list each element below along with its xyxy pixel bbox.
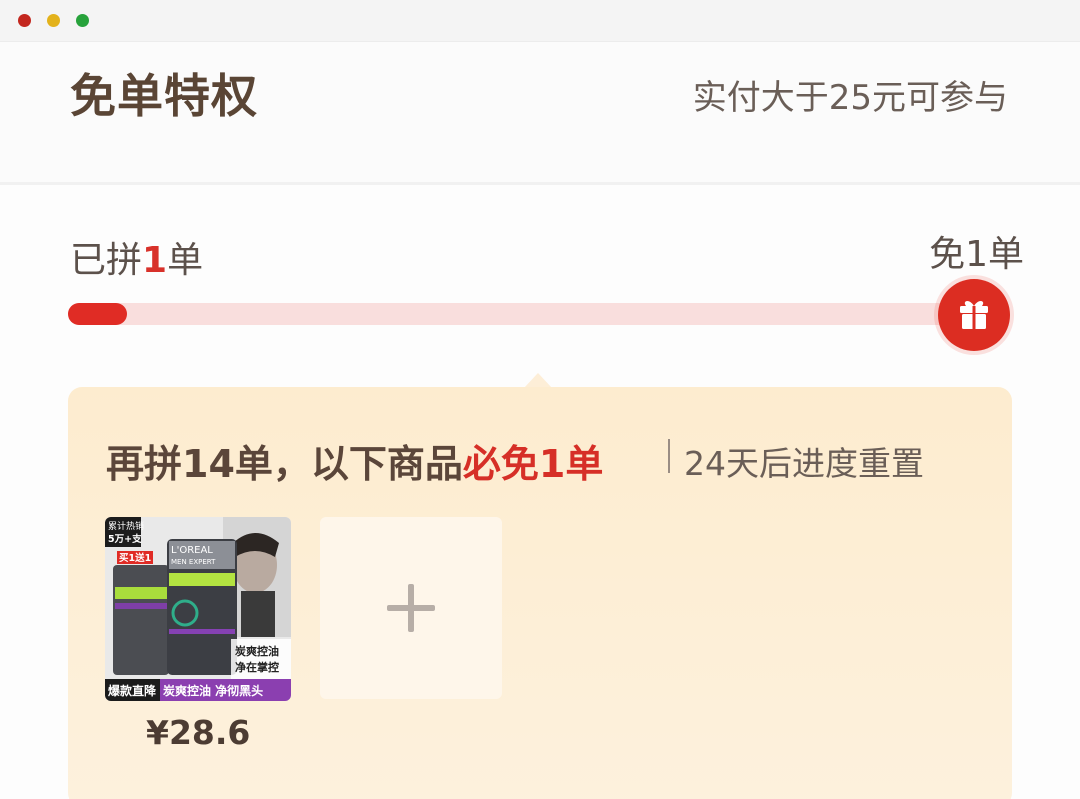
orders-done-label: 已拼1单 (70, 231, 203, 283)
progress-track (68, 303, 958, 325)
product-side-text-2: 净在掌控 (235, 660, 279, 674)
product-line: MEN EXPERT (171, 558, 216, 566)
app-window: 免单特权 实付大于25元可参与 已拼1单 免1单 再拼14单，以下商品必免1单 … (0, 0, 1080, 799)
add-product-button[interactable] (320, 517, 502, 699)
product-promo-tag: 买1送1 (119, 552, 151, 564)
orders-done-count: 1 (142, 240, 168, 281)
progress-section: 已拼1单 免1单 (0, 185, 1080, 385)
offer-headline-highlight: 必免1单 (462, 442, 604, 486)
product-brand: L'OREAL (171, 545, 213, 556)
product-image: 累计热销 5万+支 买1送1 L'OREAL MEN EXPERT 炭爽控油 净… (105, 517, 291, 701)
product-bottom-left: 爆款直降 (108, 683, 157, 698)
maximize-window-button[interactable] (76, 14, 89, 27)
eligibility-note: 实付大于25元可参与 (692, 78, 1008, 118)
product-side-text-1: 炭爽控油 (235, 644, 279, 658)
page-title: 免单特权 (70, 69, 258, 123)
free-order-card: 再拼14单，以下商品必免1单 24天后进度重置 累计热销 5万+支 买1送1 L… (68, 387, 1012, 799)
product-bottom-right: 炭爽控油 净彻黑头 (163, 683, 263, 698)
card-pointer (524, 373, 552, 388)
orders-done-prefix: 已拼 (70, 240, 143, 281)
offer-headline: 再拼14单，以下商品必免1单 (106, 433, 603, 488)
plus-icon (387, 584, 435, 632)
orders-done-suffix: 单 (167, 240, 204, 281)
close-window-button[interactable] (18, 14, 31, 27)
free-order-goal-label: 免1单 (929, 234, 1024, 275)
product-badge-top: 累计热销 (108, 520, 144, 532)
product-badge-count: 5万+支 (108, 533, 142, 545)
headline-divider (668, 439, 670, 473)
gift-reward-button[interactable] (938, 279, 1010, 351)
minimize-window-button[interactable] (47, 14, 60, 27)
offer-headline-prefix: 再拼14单，以下商品 (106, 442, 463, 486)
gift-icon (960, 301, 988, 329)
progress-fill (68, 303, 127, 325)
page-header: 免单特权 实付大于25元可参与 (0, 42, 1080, 185)
product-price: ¥28.6 (146, 713, 251, 752)
product-card[interactable]: 累计热销 5万+支 买1送1 L'OREAL MEN EXPERT 炭爽控油 净… (105, 517, 291, 701)
reset-note: 24天后进度重置 (684, 444, 924, 483)
window-titlebar (0, 0, 1080, 42)
